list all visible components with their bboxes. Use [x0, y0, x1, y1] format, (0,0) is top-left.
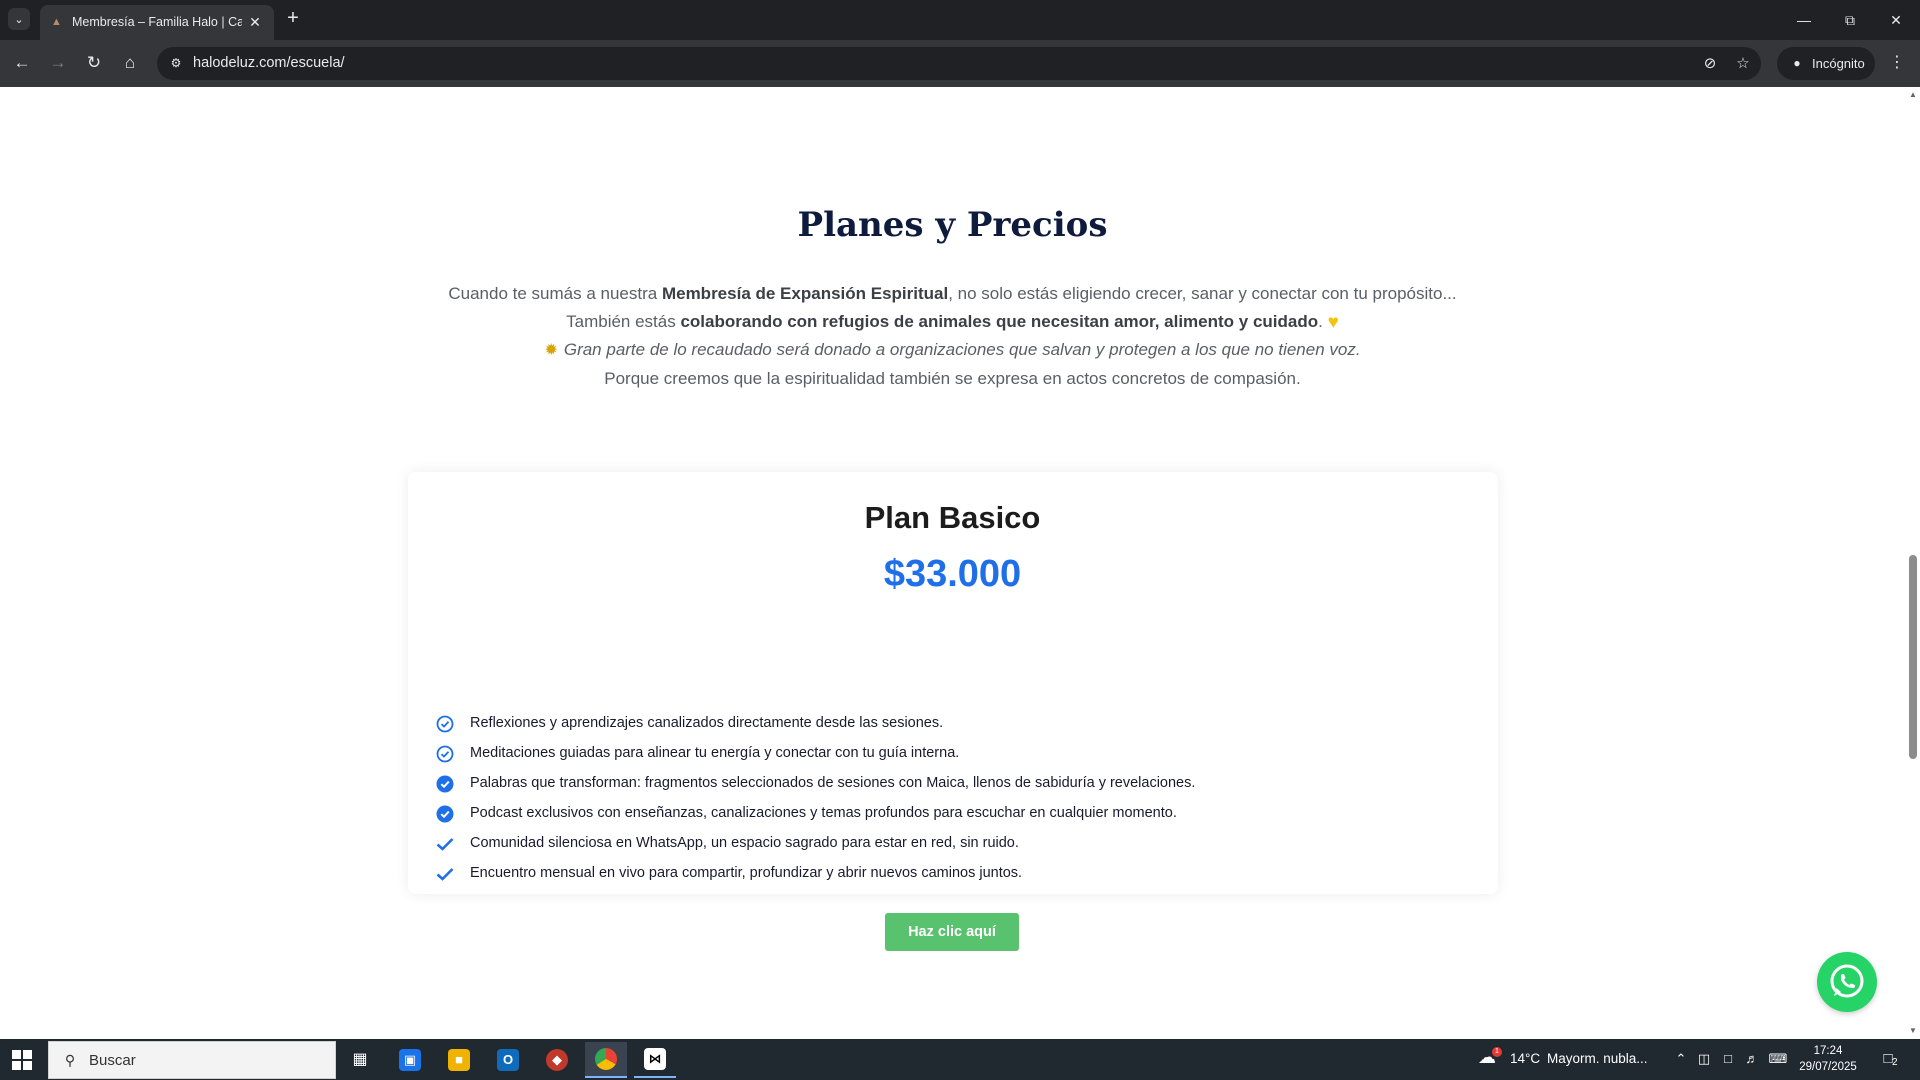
- search-icon: ⚲: [64, 1052, 76, 1068]
- new-tab-plus-icon[interactable]: +: [282, 8, 304, 30]
- intro-line-1: Cuando te sumás a nuestra Membresía de E…: [448, 284, 1457, 303]
- keyboard-icon[interactable]: ⌨: [1768, 1051, 1788, 1067]
- browser-tab-active[interactable]: ▲ Membresía – Familia Halo | Can ✕: [40, 5, 274, 40]
- site-favicon-icon: ▲: [51, 16, 62, 28]
- site-info-icon[interactable]: ⚙: [167, 54, 185, 72]
- windows-start-icon[interactable]: [12, 1050, 32, 1070]
- clock-time: 17:24: [1813, 1045, 1843, 1057]
- sparkle-icon: ✹: [544, 342, 558, 359]
- reload-icon[interactable]: ↻: [82, 51, 106, 75]
- back-arrow-icon[interactable]: ←: [10, 51, 34, 75]
- microsoft-store-icon[interactable]: ▣: [389, 1042, 431, 1078]
- check-circle-filled-icon: [436, 775, 454, 793]
- window-close-icon[interactable]: ✕: [1884, 8, 1908, 32]
- kebab-menu-icon[interactable]: ⋮: [1886, 51, 1908, 75]
- feature-text: Encuentro mensual en vivo para compartir…: [470, 865, 1023, 881]
- feature-text: Comunidad silenciosa en WhatsApp, un esp…: [470, 835, 1019, 851]
- eye-slash-icon[interactable]: ⊘: [1699, 53, 1721, 75]
- tab-close-icon[interactable]: ✕: [245, 12, 265, 32]
- check-circle-outline-icon: [436, 715, 454, 733]
- check-mark-icon: [436, 838, 454, 851]
- outlook-icon[interactable]: O: [487, 1042, 529, 1078]
- check-circle-outline-icon: [436, 745, 454, 763]
- address-bar[interactable]: ⚙ halodeluz.com/escuela/ ⊘ ☆: [157, 47, 1761, 80]
- browser-tab-bar: ⌄ ▲ Membresía – Familia Halo | Can ✕ + —…: [0, 0, 1920, 40]
- incognito-icon: ●: [1793, 56, 1801, 70]
- chrome-icon[interactable]: [585, 1042, 627, 1078]
- minimize-icon[interactable]: —: [1792, 8, 1816, 32]
- taskbar-search-label: Buscar: [89, 1052, 136, 1069]
- tab-title: Membresía – Familia Halo | Can: [72, 15, 242, 29]
- intro-line-2: También estás colaborando con refugios d…: [0, 308, 1905, 337]
- weather-desc[interactable]: Mayorm. nubla...: [1547, 1051, 1648, 1066]
- chevron-up-icon[interactable]: ⌃: [1673, 1051, 1689, 1067]
- bookmark-star-icon[interactable]: ☆: [1732, 53, 1754, 75]
- yellow-heart-icon: ♥: [1327, 311, 1339, 333]
- plan-name: Plan Basico: [864, 500, 1041, 535]
- intro-paragraph: Cuando te sumás a nuestra Membresía de E…: [0, 280, 1905, 392]
- capcut-icon[interactable]: ⋈: [634, 1042, 676, 1078]
- restore-icon[interactable]: ⧉: [1838, 8, 1862, 32]
- file-explorer-icon[interactable]: ■: [438, 1042, 480, 1078]
- whatsapp-float-button[interactable]: [1817, 952, 1877, 1012]
- task-view-icon[interactable]: ▦: [339, 1042, 381, 1078]
- tab-search-chevron-icon[interactable]: ⌄: [8, 8, 30, 30]
- incognito-label: Incógnito: [1812, 56, 1865, 71]
- taskbar-clock[interactable]: 17:24 29/07/2025: [1788, 1043, 1868, 1075]
- forward-arrow-icon[interactable]: →: [46, 51, 70, 75]
- feature-text: Meditaciones guiadas para alinear tu ene…: [470, 745, 960, 761]
- plan-price: $33.000: [883, 553, 1022, 595]
- incognito-badge[interactable]: ● Incógnito: [1777, 47, 1875, 80]
- windows-taskbar: ⚲ Buscar ▦ ▣ ■ O ◆ ⋈ ☁ 1 14°C Mayorm. nu…: [0, 1039, 1920, 1080]
- weather-badge: 1: [1492, 1047, 1502, 1057]
- feature-text: Palabras que transforman: fragmentos sel…: [470, 775, 1196, 791]
- intro-line-3: ✹ Gran parte de lo recaudado será donado …: [0, 336, 1905, 365]
- feature-text: Podcast exclusivos con enseñanzas, canal…: [470, 805, 1177, 821]
- check-mark-icon: [436, 868, 454, 881]
- address-bar-url[interactable]: halodeluz.com/escuela/: [193, 55, 345, 71]
- meet-now-icon[interactable]: ◫: [1696, 1051, 1712, 1067]
- network-icon[interactable]: □: [1720, 1051, 1736, 1067]
- browser-toolbar: ← → ↻ ⌂ ⚙ halodeluz.com/escuela/ ⊘ ☆ ● I…: [0, 40, 1920, 87]
- page-scrollbar[interactable]: ▲ ▼: [1905, 87, 1920, 1039]
- home-icon[interactable]: ⌂: [118, 51, 142, 75]
- app-icon[interactable]: ◆: [536, 1042, 578, 1078]
- volume-icon[interactable]: ♬: [1744, 1051, 1760, 1067]
- check-circle-filled-icon: [436, 805, 454, 823]
- notification-count: 2: [1892, 1057, 1898, 1068]
- whatsapp-icon: [1830, 964, 1864, 998]
- scrollbar-thumb[interactable]: [1909, 555, 1917, 759]
- taskbar-search-box[interactable]: ⚲ Buscar: [48, 1041, 336, 1079]
- clock-date: 29/07/2025: [1799, 1061, 1857, 1073]
- scroll-up-arrow-icon[interactable]: ▲: [1909, 91, 1917, 99]
- intro-line-4: Porque creemos que la espiritualidad tam…: [604, 368, 1301, 388]
- scroll-down-arrow-icon[interactable]: ▼: [1909, 1027, 1917, 1035]
- weather-temp[interactable]: 14°C: [1510, 1051, 1540, 1066]
- section-title: Planes y Precios: [797, 205, 1108, 245]
- feature-text: Reflexiones y aprendizajes canalizados d…: [470, 715, 944, 731]
- plan-cta-button[interactable]: Haz clic aquí: [885, 913, 1019, 951]
